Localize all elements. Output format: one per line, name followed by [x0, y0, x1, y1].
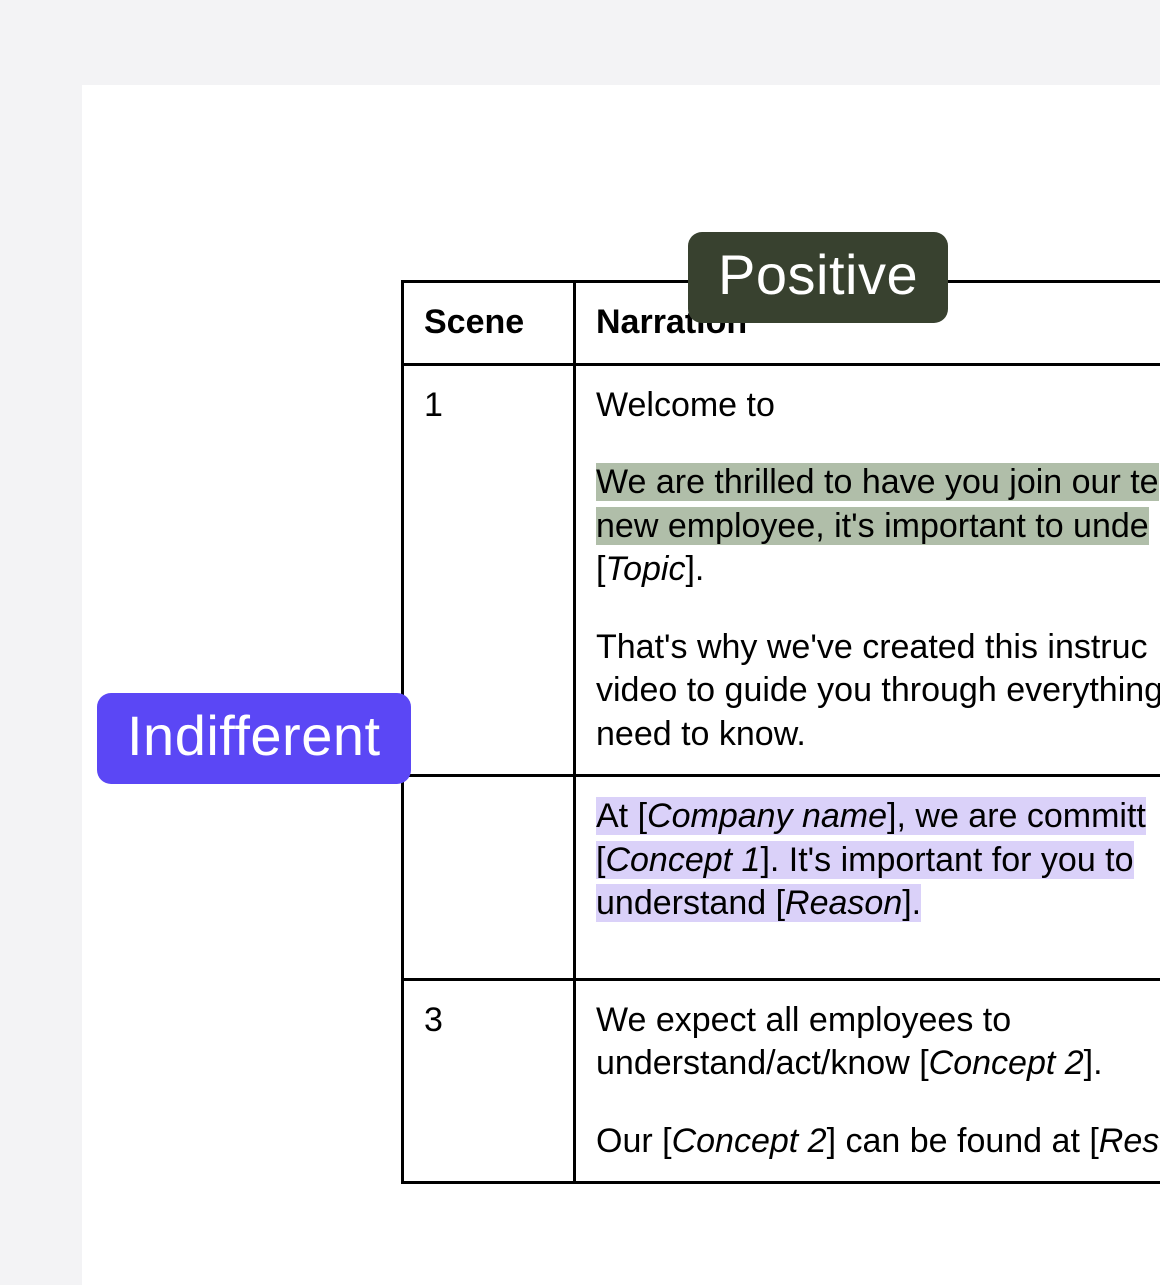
header-scene: Scene: [403, 282, 575, 365]
text: ] can be found at [: [827, 1122, 1099, 1160]
narration-line: We are thrilled to have you join our te: [596, 461, 1160, 505]
text: ], we are committ: [887, 797, 1146, 835]
narration-line: new employee, it's important to unde: [596, 505, 1160, 549]
narration-line: understand/act/know [Concept 2].: [596, 1042, 1160, 1086]
highlight-positive: We are thrilled to have you join our te: [596, 463, 1159, 501]
tag-positive[interactable]: Positive: [688, 232, 948, 323]
cell-narration: At [Company name], we are committ [Conce…: [575, 776, 1160, 980]
table-row: 1 Welcome to We are thrilled to have you…: [403, 364, 1160, 776]
placeholder-concept: Concept 2: [672, 1122, 827, 1160]
text: At [: [596, 797, 647, 835]
cell-scene: 3: [403, 979, 575, 1183]
text: understand/act/know [: [596, 1044, 929, 1082]
narration-line: video to guide you through everything: [596, 669, 1160, 713]
text: ].: [902, 884, 921, 922]
blank-line: [596, 1086, 1160, 1120]
script-table: Scene Narration 1 Welcome to We are thri…: [401, 280, 1160, 1184]
placeholder-company: Company name: [647, 797, 887, 835]
narration-line: understand [Reason].: [596, 882, 1160, 926]
text: ].: [1084, 1044, 1103, 1082]
text: ]. It's important for you to: [760, 841, 1133, 879]
placeholder-resource: Res: [1099, 1122, 1159, 1160]
narration-line: We expect all employees to: [596, 999, 1160, 1043]
placeholder-reason: Reason: [785, 884, 902, 922]
narration-line: At [Company name], we are committ: [596, 795, 1160, 839]
narration-line: [Topic].: [596, 548, 1160, 592]
table-row: At [Company name], we are committ [Conce…: [403, 776, 1160, 980]
cell-scene: [403, 776, 575, 980]
highlight-indifferent: [Concept 1]. It's important for you to: [596, 841, 1134, 879]
document-page: Scene Narration 1 Welcome to We are thri…: [82, 85, 1160, 1285]
placeholder-concept: Concept 2: [929, 1044, 1084, 1082]
blank-line: [596, 592, 1160, 626]
highlight-indifferent: At [Company name], we are committ: [596, 797, 1146, 835]
tag-indifferent[interactable]: Indifferent: [97, 693, 411, 784]
narration-line: [Concept 1]. It's important for you to: [596, 839, 1160, 883]
narration-line: need to know.: [596, 713, 1160, 757]
blank-line: [596, 427, 1160, 461]
text: Our [: [596, 1122, 672, 1160]
narration-line: That's why we've created this instruc: [596, 626, 1160, 670]
cell-scene: 1: [403, 364, 575, 776]
narration-line: Welcome to: [596, 384, 1160, 428]
placeholder-topic: Topic: [605, 550, 685, 588]
narration-line: Our [Concept 2] can be found at [Res: [596, 1120, 1160, 1164]
blank-line: [596, 926, 1160, 960]
highlight-indifferent: understand [Reason].: [596, 884, 921, 922]
text: ].: [685, 550, 704, 588]
cell-narration: We expect all employees to understand/ac…: [575, 979, 1160, 1183]
highlight-positive: new employee, it's important to unde: [596, 507, 1149, 545]
text: understand [: [596, 884, 785, 922]
table-row: 3 We expect all employees to understand/…: [403, 979, 1160, 1183]
cell-narration: Welcome to We are thrilled to have you j…: [575, 364, 1160, 776]
placeholder-concept: Concept 1: [605, 841, 760, 879]
